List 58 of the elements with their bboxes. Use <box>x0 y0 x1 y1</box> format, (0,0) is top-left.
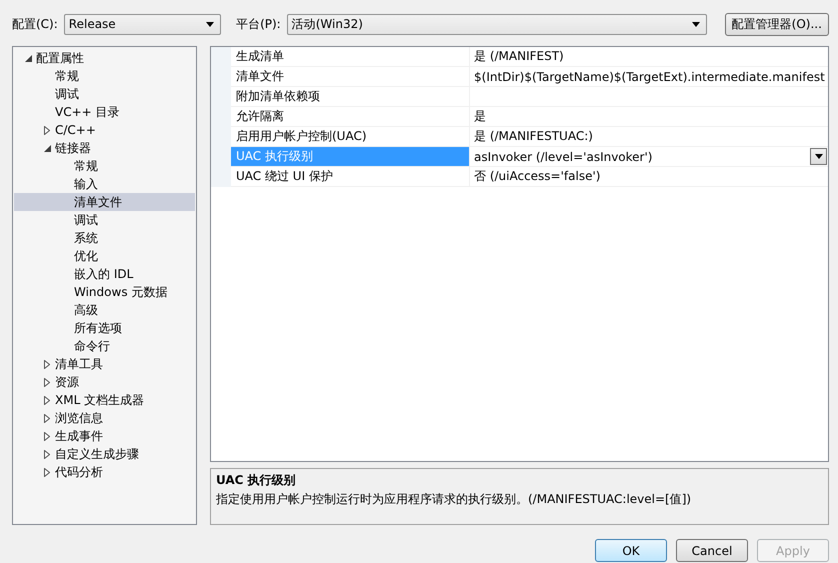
tree-item[interactable]: 优化 <box>72 248 98 264</box>
tree-item[interactable]: 调试 <box>72 212 98 228</box>
property-value: 是 <box>474 108 486 125</box>
caret-icon <box>206 22 214 26</box>
tree-item[interactable]: 链接器 <box>53 140 91 156</box>
description-title: UAC 执行级别 <box>216 472 297 489</box>
property-name[interactable]: 生成清单 <box>231 47 470 66</box>
collapsed-arrow-icon[interactable] <box>44 414 50 422</box>
tree-item[interactable]: 配置属性 <box>34 50 84 66</box>
property-name[interactable]: 启用用户帐户控制(UAC) <box>231 127 470 146</box>
property-value: 是 (/MANIFEST) <box>474 48 564 65</box>
tree-item[interactable]: 浏览信息 <box>53 410 103 426</box>
platform-dropdown[interactable]: 活动(Win32) <box>286 14 707 34</box>
tree-item[interactable]: 资源 <box>53 374 79 390</box>
property-name[interactable]: 清单文件 <box>231 67 470 86</box>
tree-item[interactable]: 常规 <box>72 158 98 174</box>
collapsed-arrow-icon[interactable] <box>44 450 50 458</box>
tree-item[interactable]: 命令行 <box>72 338 110 354</box>
dialog-button[interactable]: Cancel <box>676 539 748 562</box>
tree-item[interactable]: 生成事件 <box>53 428 103 444</box>
config-label: 配置(C): <box>12 16 58 32</box>
config-dropdown[interactable]: Release <box>64 14 222 34</box>
config-manager-button[interactable]: 配置管理器(O)... <box>724 12 829 36</box>
tree-item[interactable]: 输入 <box>72 176 98 192</box>
description-text: 指定使用用户帐户控制运行时为应用程序请求的执行级别。(/MANIFESTUAC:level=[值]) <box>216 491 692 508</box>
collapsed-arrow-icon[interactable] <box>44 396 50 404</box>
tree-item[interactable]: 常规 <box>53 68 79 84</box>
property-value: 否 (/uiAccess='false') <box>474 168 600 185</box>
tree-item[interactable]: 自定义生成步骤 <box>53 446 139 462</box>
collapsed-arrow-icon[interactable] <box>44 126 50 134</box>
tree-item[interactable]: VC++ 目录 <box>53 104 120 120</box>
dropdown-button[interactable] <box>810 148 827 165</box>
platform-label: 平台(P): <box>236 16 281 32</box>
property-name[interactable]: 允许隔离 <box>231 107 470 126</box>
tree-item[interactable]: 嵌入的 IDL <box>72 266 134 282</box>
tree-item[interactable]: 调试 <box>53 86 79 102</box>
property-name[interactable]: UAC 绕过 UI 保护 <box>231 167 470 186</box>
collapsed-arrow-icon[interactable] <box>44 360 50 368</box>
tree-item[interactable]: 清单工具 <box>53 356 103 372</box>
tree-item[interactable]: 系统 <box>72 230 98 246</box>
collapsed-arrow-icon[interactable] <box>44 378 50 386</box>
collapsed-arrow-icon[interactable] <box>44 432 50 440</box>
tree-item[interactable]: C/C++ <box>53 123 96 137</box>
expanded-arrow-icon[interactable] <box>24 54 32 62</box>
property-name[interactable]: 附加清单依赖项 <box>231 87 470 106</box>
caret-icon <box>692 22 700 26</box>
tree-item[interactable]: 高级 <box>72 302 98 318</box>
property-value: 是 (/MANIFESTUAC:) <box>474 128 593 145</box>
dialog-button[interactable]: OK <box>595 539 667 562</box>
tree-item[interactable]: Windows 元数据 <box>72 284 168 300</box>
collapsed-arrow-icon[interactable] <box>44 468 50 476</box>
tree-item[interactable]: XML 文档生成器 <box>53 392 144 408</box>
tree-item[interactable]: 代码分析 <box>53 464 103 480</box>
expanded-arrow-icon[interactable] <box>44 144 50 152</box>
caret-icon <box>814 154 822 159</box>
property-value: $(IntDir)$(TargetName)$(TargetExt).intermediate.manifest <box>474 70 825 84</box>
property-value: asInvoker (/level='asInvoker') <box>474 150 652 164</box>
tree-item[interactable]: 所有选项 <box>72 320 122 336</box>
